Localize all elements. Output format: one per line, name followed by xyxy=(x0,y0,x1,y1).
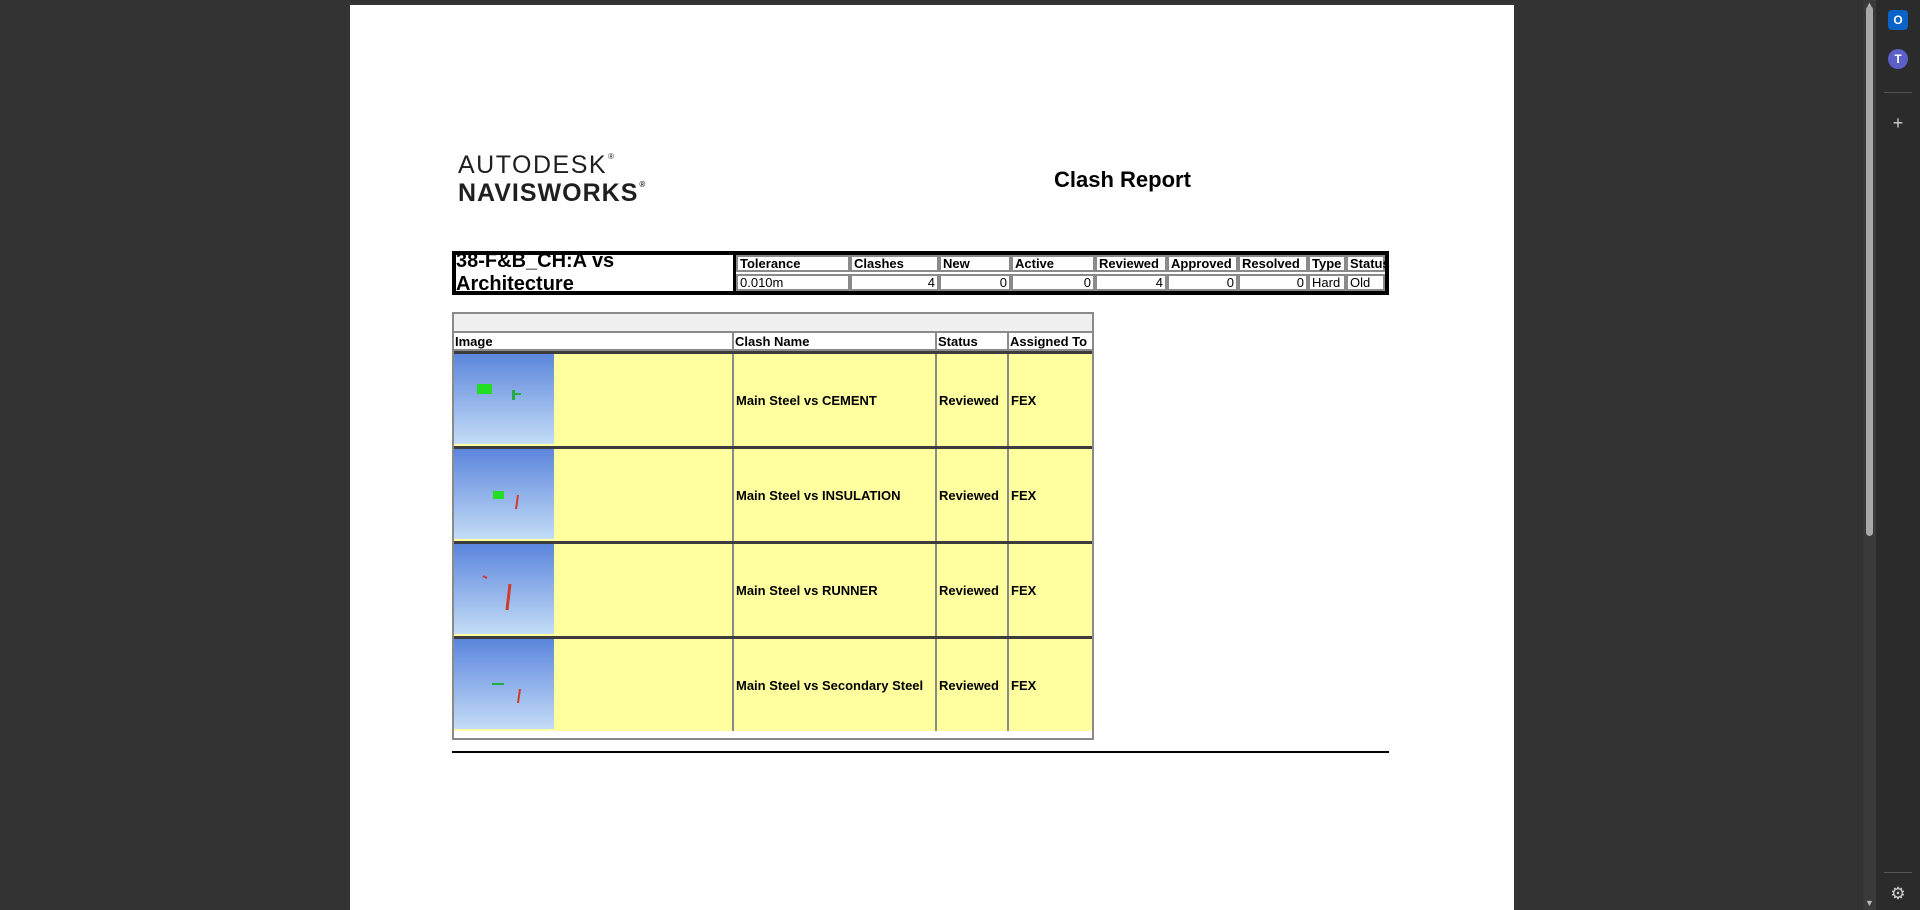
registered-mark: ® xyxy=(608,152,616,161)
teams-icon[interactable]: T xyxy=(1888,49,1908,69)
summary-header-new: New xyxy=(939,255,1011,272)
clash-thumbnail-image xyxy=(454,449,554,539)
clash-name-cell: Main Steel vs CEMENT xyxy=(734,354,937,446)
summary-value-reviewed: 4 xyxy=(1095,274,1167,291)
table-banner xyxy=(454,314,1092,333)
autodesk-navisworks-logo: AUTODESK® NAVISWORKS® xyxy=(458,153,646,206)
bottom-rule xyxy=(452,751,1389,753)
summary-value-active: 0 xyxy=(1011,274,1095,291)
summary-value-resolved: 0 xyxy=(1238,274,1308,291)
column-header-assigned-to: Assigned To xyxy=(1009,333,1092,351)
clash-name-cell: Main Steel vs RUNNER xyxy=(734,544,937,636)
add-icon[interactable]: + xyxy=(1888,113,1908,133)
sidebar-divider xyxy=(1884,92,1912,93)
clash-image-cell xyxy=(454,449,734,541)
column-header-status: Status xyxy=(937,333,1009,351)
clash-test-summary: 38-F&B_CH:A vs Architecture Tolerance Cl… xyxy=(452,250,1390,295)
summary-value-type: Hard xyxy=(1308,274,1346,291)
summary-header-tolerance: Tolerance xyxy=(736,255,850,272)
summary-header-clashes: Clashes xyxy=(850,255,939,272)
registered-mark: ® xyxy=(639,180,647,189)
scroll-down-arrow[interactable]: ▼ xyxy=(1863,898,1876,908)
clash-status-cell: Reviewed xyxy=(937,449,1009,541)
table-row: Main Steel vs RUNNER Reviewed FEX xyxy=(454,541,1092,636)
column-header-image: Image xyxy=(454,333,734,351)
summary-value-status: Old xyxy=(1346,274,1385,291)
sidebar-divider xyxy=(1884,872,1912,873)
report-title: Clash Report xyxy=(1054,167,1191,192)
summary-header-resolved: Resolved xyxy=(1238,255,1308,272)
assigned-to-cell: FEX xyxy=(1009,544,1092,636)
assigned-to-cell: FEX xyxy=(1009,449,1092,541)
clash-image-cell xyxy=(454,354,734,446)
logo-line2: NAVISWORKS xyxy=(458,179,639,207)
clash-name-cell: Main Steel vs INSULATION xyxy=(734,449,937,541)
summary-header-approved: Approved xyxy=(1167,255,1238,272)
settings-icon[interactable]: ⚙ xyxy=(1888,884,1908,904)
clash-test-name: 38-F&B_CH:A vs Architecture xyxy=(456,250,736,295)
logo-line1: AUTODESK xyxy=(458,151,608,179)
summary-value-approved: 0 xyxy=(1167,274,1238,291)
summary-value-new: 0 xyxy=(939,274,1011,291)
outlook-icon[interactable]: O xyxy=(1888,10,1908,30)
table-row: Main Steel vs CEMENT Reviewed FEX xyxy=(454,351,1092,446)
summary-header-status: Status xyxy=(1346,255,1390,272)
scrollbar-thumb[interactable] xyxy=(1866,6,1873,536)
assigned-to-cell: FEX xyxy=(1009,354,1092,446)
edge-sidebar: O T + ⚙ xyxy=(1876,0,1920,910)
clash-image-cell xyxy=(454,639,734,731)
table-row: Main Steel vs INSULATION Reviewed FEX xyxy=(454,446,1092,541)
clash-thumbnail-image xyxy=(454,639,554,729)
summary-header-reviewed: Reviewed xyxy=(1095,255,1167,272)
summary-header-active: Active xyxy=(1011,255,1095,272)
summary-value-tolerance: 0.010m xyxy=(736,274,850,291)
pdf-page: AUTODESK® NAVISWORKS® Clash Report 38-F&… xyxy=(350,5,1514,910)
clash-status-cell: Reviewed xyxy=(937,354,1009,446)
clash-image-cell xyxy=(454,544,734,636)
clash-status-cell: Reviewed xyxy=(937,544,1009,636)
summary-header-type: Type xyxy=(1308,255,1346,272)
vertical-scrollbar[interactable]: ▲ ▼ xyxy=(1863,0,1876,910)
clash-status-cell: Reviewed xyxy=(937,639,1009,731)
clash-thumbnail-image xyxy=(454,544,554,634)
clash-thumbnail-image xyxy=(454,354,554,444)
assigned-to-cell: FEX xyxy=(1009,639,1092,731)
clash-name-cell: Main Steel vs Secondary Steel xyxy=(734,639,937,731)
column-header-clash-name: Clash Name xyxy=(734,333,937,351)
clash-results-table: Image Clash Name Status Assigned To Main… xyxy=(452,312,1094,740)
table-row: Main Steel vs Secondary Steel Reviewed F… xyxy=(454,636,1092,731)
summary-value-clashes: 4 xyxy=(850,274,939,291)
